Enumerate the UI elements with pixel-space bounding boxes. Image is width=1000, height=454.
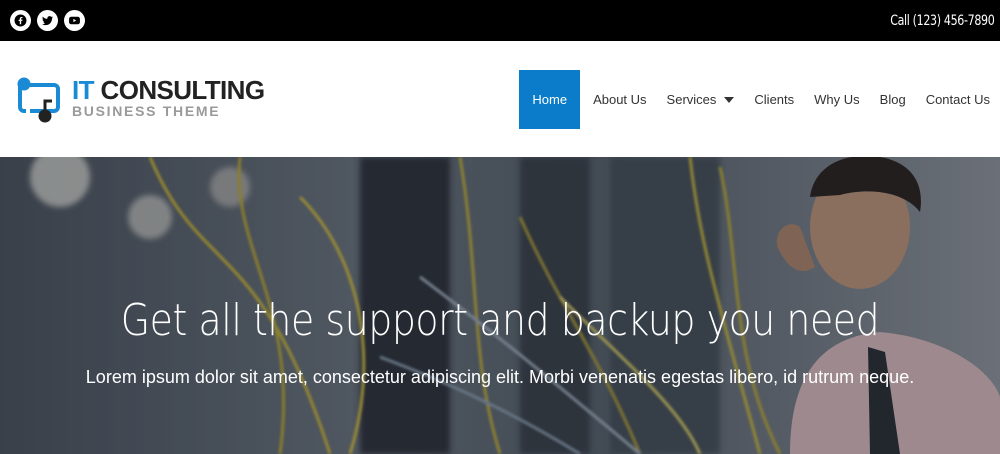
nav-clients[interactable]: Clients [744, 70, 804, 129]
youtube-link[interactable] [64, 10, 85, 31]
twitter-link[interactable] [37, 10, 58, 31]
facebook-link[interactable] [10, 10, 31, 31]
hero-section: Get all the support and backup you need … [0, 157, 1000, 454]
nav-home[interactable]: Home [519, 70, 581, 129]
twitter-icon [42, 16, 53, 26]
hero-title: Get all the support and backup you need [120, 295, 880, 346]
phone-number[interactable]: Call (123) 456-7890 [890, 13, 995, 29]
nav-contact-us[interactable]: Contact Us [916, 70, 1000, 129]
logo-title: IT CONSULTING [72, 75, 266, 105]
social-links [10, 10, 85, 31]
logo-subtitle: BUSINESS THEME [72, 103, 221, 119]
logo-title-rest: CONSULTING [93, 75, 266, 105]
top-bar: Call (123) 456-7890 [0, 0, 1000, 41]
facebook-icon [14, 14, 27, 27]
youtube-icon [69, 16, 80, 25]
nav-blog[interactable]: Blog [870, 70, 916, 129]
logo-title-accent: IT [72, 75, 95, 105]
nav-why-us[interactable]: Why Us [804, 70, 870, 129]
nav-about-us[interactable]: About Us [583, 70, 656, 129]
nav-services[interactable]: Services [657, 70, 745, 129]
hero-subtitle: Lorem ipsum dolor sit amet, consectetur … [85, 367, 915, 387]
chevron-down-icon [724, 96, 735, 103]
logo-icon [17, 77, 60, 123]
logo-text: IT CONSULTING BUSINESS THEME [72, 73, 266, 119]
main-nav: Home About Us Services Clients Why Us Bl… [519, 70, 1000, 129]
nav-services-label: Services [666, 92, 717, 107]
site-header: IT CONSULTING BUSINESS THEME Home About … [0, 41, 1000, 157]
site-logo[interactable]: IT CONSULTING BUSINESS THEME [12, 73, 266, 125]
